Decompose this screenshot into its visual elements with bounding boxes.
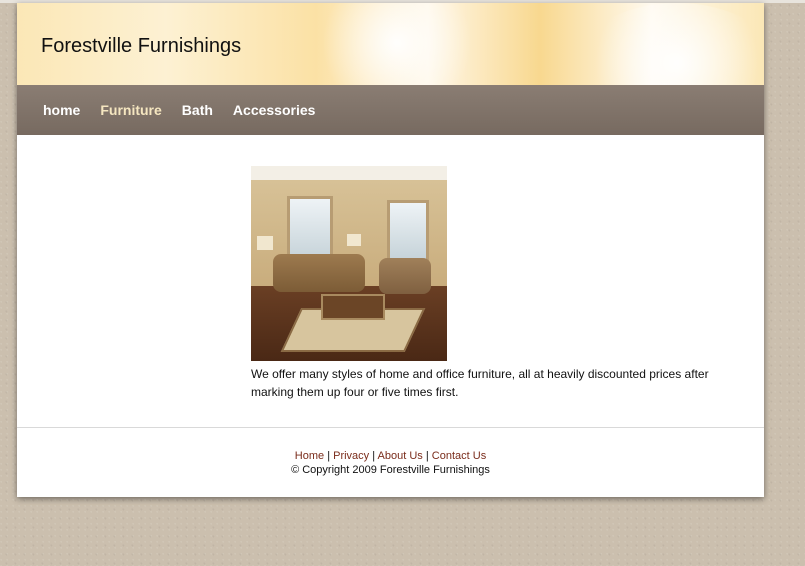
footer-link-privacy[interactable]: Privacy [333,450,369,462]
photo-ceiling [251,166,447,180]
footer-divider [17,427,764,428]
nav-furniture[interactable]: Furniture [100,102,161,118]
main-content: We offer many styles of home and office … [251,166,731,401]
photo-lamp [257,236,273,250]
main-nav: home Furniture Bath Accessories [17,85,764,135]
site-header: Forestville Furnishings [17,3,764,85]
photo-chair [379,258,431,294]
copyright-text: © Copyright 2009 Forestville Furnishings [291,464,490,476]
photo-table [321,294,385,320]
page-container: Forestville Furnishings home Furniture B… [17,3,764,497]
photo-lamp [347,234,361,246]
footer-separator: | [425,450,429,462]
nav-bath[interactable]: Bath [182,102,213,118]
photo-window [287,196,333,262]
footer-separator: | [372,450,376,462]
footer-link-contact-us[interactable]: Contact Us [432,450,486,462]
site-title: Forestville Furnishings [41,35,242,57]
site-footer: Home | Privacy | About Us | Contact Us ©… [17,449,764,477]
photo-sofa [273,254,365,292]
nav-accessories[interactable]: Accessories [233,102,316,118]
footer-link-home[interactable]: Home [295,450,324,462]
photo-window [387,200,429,262]
living-room-photo [251,166,447,361]
footer-links: Home | Privacy | About Us | Contact Us [17,449,764,463]
footer-link-about-us[interactable]: About Us [378,450,423,462]
nav-home[interactable]: home [43,102,80,118]
footer-separator: | [327,450,331,462]
description-text: We offer many styles of home and office … [251,367,709,399]
